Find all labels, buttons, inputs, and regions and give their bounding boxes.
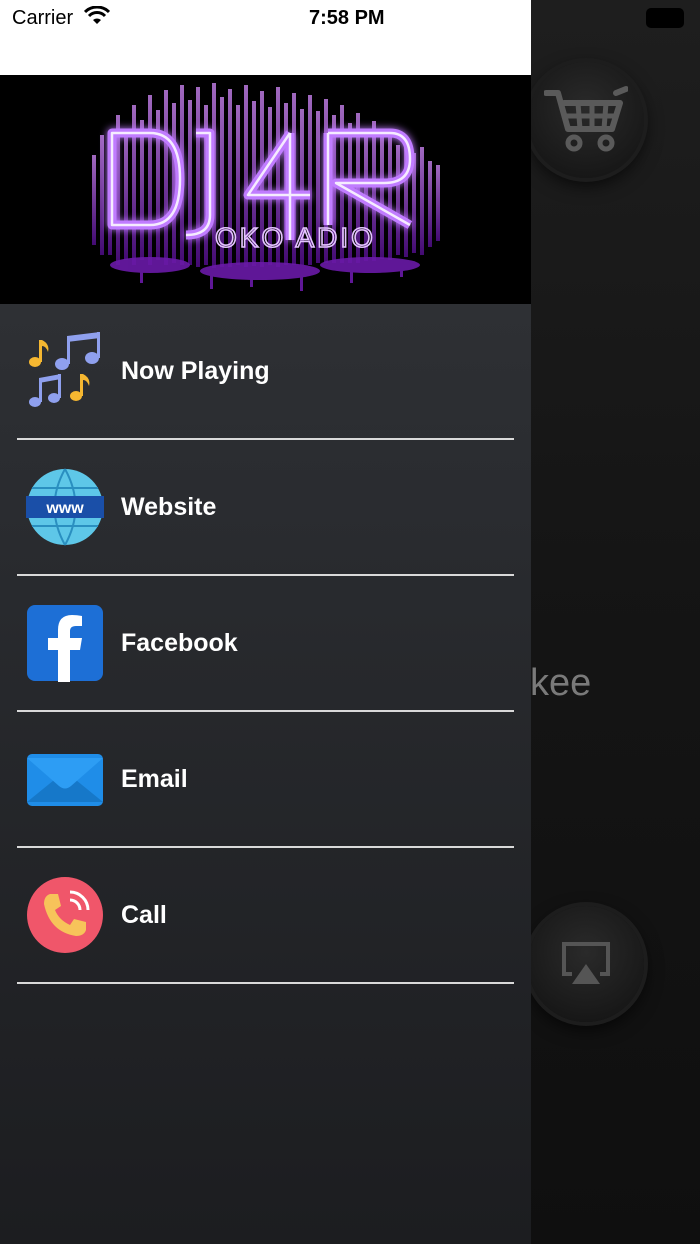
logo-subtitle: OKO ADIO bbox=[215, 222, 376, 253]
menu-item-call[interactable]: Call bbox=[17, 848, 514, 984]
menu-item-label: Facebook bbox=[121, 628, 238, 657]
dj4r-logo: OKO ADIO bbox=[92, 83, 440, 291]
cart-icon bbox=[544, 86, 628, 152]
status-time: 7:58 PM bbox=[309, 7, 385, 29]
menu-item-label: Call bbox=[121, 900, 167, 929]
background-partial-text: kee bbox=[530, 662, 592, 704]
menu-item-email[interactable]: Email bbox=[17, 712, 514, 848]
menu-item-label: Now Playing bbox=[121, 356, 270, 385]
menu-item-now-playing[interactable]: Now Playing bbox=[17, 304, 514, 440]
battery-icon bbox=[646, 8, 684, 28]
menu-item-website[interactable]: www Website bbox=[17, 440, 514, 576]
menu-item-label: Email bbox=[121, 764, 188, 793]
menu-item-label: Website bbox=[121, 492, 217, 521]
www-globe-icon: www bbox=[26, 468, 104, 546]
facebook-icon bbox=[26, 604, 104, 682]
phone-call-icon bbox=[26, 876, 104, 954]
svg-text:www: www bbox=[45, 500, 84, 517]
airplay-icon bbox=[562, 942, 610, 984]
drawer-menu: Now Playing www Website Facebook Email C… bbox=[0, 304, 531, 984]
airplay-button[interactable] bbox=[528, 906, 644, 1022]
side-drawer: Carrier 7:58 PM OKO ADIO Now Playing www… bbox=[0, 0, 531, 1244]
cart-button[interactable] bbox=[528, 62, 644, 178]
carrier-label: Carrier bbox=[12, 7, 74, 29]
wifi-icon bbox=[84, 6, 110, 24]
header-banner: OKO ADIO bbox=[0, 75, 531, 304]
email-icon bbox=[26, 740, 104, 818]
menu-item-facebook[interactable]: Facebook bbox=[17, 576, 514, 712]
status-bar: Carrier 7:58 PM bbox=[0, 0, 531, 75]
music-notes-icon bbox=[26, 332, 104, 410]
